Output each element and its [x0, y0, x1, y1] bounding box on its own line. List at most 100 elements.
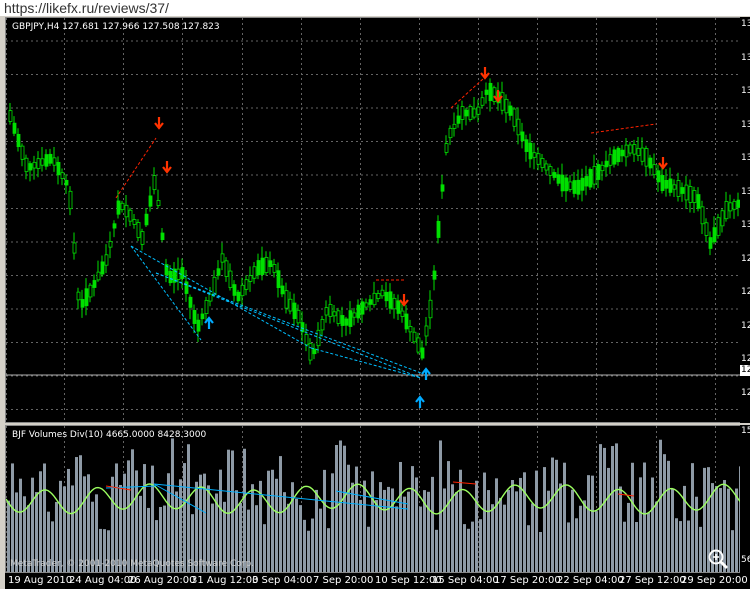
candle-body: [580, 177, 585, 191]
volume-bar: [431, 476, 434, 572]
volume-bar: [287, 503, 290, 572]
candle-body: [48, 153, 53, 164]
candle-body: [612, 149, 617, 165]
candle-body: [632, 144, 637, 155]
time-tick-label: 15 Sep 04:00: [432, 575, 499, 586]
price-chart-pane[interactable]: GBPJPY,H4 127.681 127.966 127.508 127.82…: [5, 17, 741, 423]
volume-bar: [539, 531, 542, 572]
candle-body: [84, 288, 89, 307]
volume-bar: [167, 473, 170, 572]
candles: [8, 78, 740, 365]
volume-bar: [359, 499, 362, 572]
sell-arrow-icon: [399, 294, 409, 307]
browser-url[interactable]: https://likefx.ru/reviews/37/: [0, 0, 750, 16]
time-axis: 19 Aug 2010 24 Aug 04:00 26 Aug 20:00 31 Au…: [5, 573, 750, 589]
volume-bar: [67, 468, 70, 572]
volume-bar: [243, 448, 246, 572]
candle-body: [548, 166, 553, 176]
candle-body: [284, 290, 289, 309]
candle-body: [448, 127, 453, 139]
candle-body: [624, 144, 629, 158]
volume-bar: [631, 462, 634, 572]
volume-bar: [627, 502, 630, 572]
candle-body: [228, 270, 233, 288]
candle-body: [96, 271, 101, 281]
volume-bar: [83, 476, 86, 572]
volume-bar: [143, 464, 146, 572]
candle-body: [416, 337, 421, 353]
resistance-divergence-line: [590, 123, 657, 134]
candle-body: [356, 304, 361, 319]
volume-bar: [643, 462, 646, 572]
time-tick-label: 7 Sep 20:00: [313, 575, 374, 586]
volume-bar: [187, 444, 190, 572]
candle-body: [72, 242, 77, 254]
price-chart-canvas: [6, 18, 740, 422]
volume-bar: [115, 463, 118, 572]
candle-body: [524, 139, 529, 152]
resistance-divergence-line: [450, 77, 485, 109]
candle-body: [8, 110, 13, 122]
volume-bar: [299, 505, 302, 572]
copyright-text: MetaTrader, © 2001-2010 MetaQuotes Softw…: [10, 559, 255, 569]
candle-body: [684, 184, 689, 201]
candle-body: [640, 147, 645, 162]
candle-body: [716, 217, 721, 236]
candle-body: [348, 310, 353, 327]
volume-bar: [323, 469, 326, 572]
volume-bar: [671, 488, 674, 572]
candle-body: [104, 254, 109, 266]
candle-body: [556, 174, 561, 184]
candle-body: [620, 149, 625, 157]
candle-body: [660, 175, 665, 191]
volume-bar: [363, 480, 366, 572]
candle-body: [156, 200, 161, 206]
candle-body: [36, 158, 41, 169]
candle-body: [196, 319, 201, 332]
volume-bar: [655, 501, 658, 572]
volume-bar: [283, 492, 286, 572]
volume-bar: [151, 465, 154, 572]
volume-bar: [691, 463, 694, 572]
magnifier-plus-icon[interactable]: [707, 548, 729, 570]
metatrader-window: GBPJPY,H4 127.681 127.966 127.508 127.82…: [0, 16, 750, 589]
candle-body: [328, 303, 333, 318]
indicator-scale-top: 150: [741, 426, 750, 436]
price-tick-label: 12: [741, 320, 750, 331]
candle-body: [480, 97, 485, 106]
price-tick-label: 12: [741, 253, 750, 264]
price-tick-label: 12: [741, 387, 750, 398]
candle-body: [292, 302, 297, 320]
price-tick-label: 13: [741, 119, 750, 130]
volume-bar: [275, 478, 278, 572]
candle-body: [404, 313, 409, 330]
volume-bar: [419, 506, 422, 572]
volume-bar: [87, 474, 90, 572]
volume-bar: [319, 508, 322, 572]
candle-body: [648, 157, 653, 169]
volume-bar: [343, 445, 346, 572]
volume-bar: [651, 477, 654, 572]
candle-body: [280, 285, 285, 295]
volume-bar: [619, 486, 622, 572]
candle-body: [68, 190, 73, 210]
candle-body: [20, 145, 25, 160]
candle-body: [536, 153, 541, 165]
candle-body: [576, 179, 581, 195]
candle-body: [436, 220, 441, 238]
indicator-pane[interactable]: BJF Volumes Div(10) 4665.0000 8428.3000 …: [5, 425, 741, 573]
candle-body: [308, 343, 313, 361]
candle-body: [476, 106, 481, 115]
candle-body: [248, 275, 253, 282]
volume-bar: [447, 461, 450, 572]
volume-bar: [11, 463, 14, 572]
current-price-marker: 12: [740, 365, 750, 376]
candle-body: [720, 210, 725, 227]
candle-body: [428, 299, 433, 319]
candle-body: [112, 223, 117, 229]
volume-bar: [735, 488, 738, 572]
candle-body: [460, 106, 465, 120]
candle-body: [380, 289, 385, 297]
volume-bar: [267, 470, 270, 572]
candle-body: [252, 266, 257, 279]
